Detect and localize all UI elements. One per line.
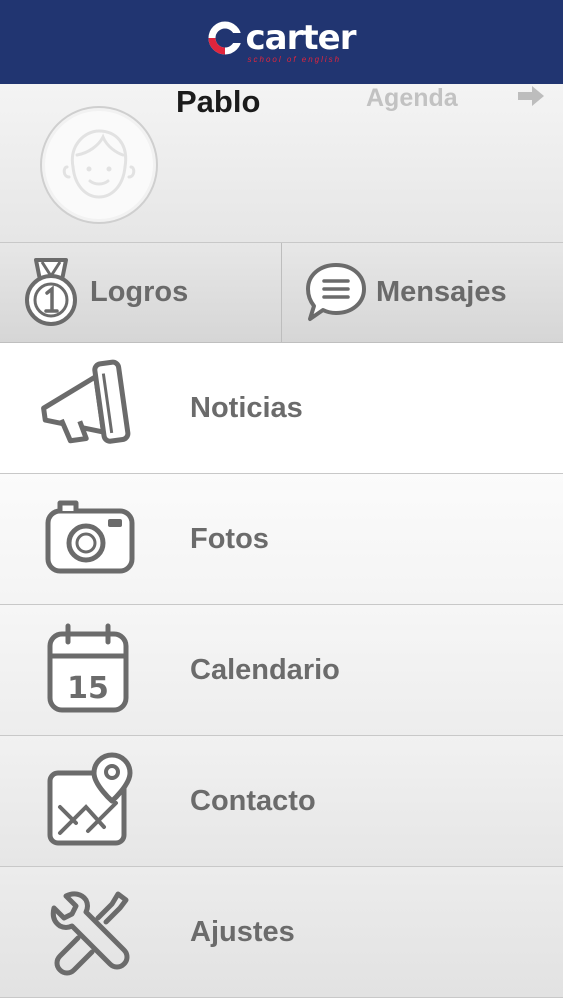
avatar[interactable] (40, 106, 158, 224)
tab-mensajes-label: Mensajes (376, 276, 507, 308)
calendar-icon: 15 (47, 623, 129, 713)
menu-item-noticias[interactable]: Noticias (0, 343, 563, 474)
carter-logo-mark-icon (208, 21, 242, 55)
menu-item-ajustes[interactable]: Ajustes (0, 867, 563, 998)
tab-logros-label: Logros (90, 276, 189, 308)
menu-label-noticias: Noticias (190, 391, 303, 424)
camera-icon (45, 500, 135, 574)
calendar-day: 15 (67, 671, 109, 706)
tools-icon (50, 891, 130, 976)
arrow-right-icon[interactable] (516, 84, 546, 108)
chat-bubble-icon (306, 262, 366, 321)
user-name: Pablo (176, 84, 261, 119)
child-face-icon (62, 129, 136, 199)
menu-item-contacto[interactable]: Contacto (0, 736, 563, 867)
menu-label-calendario: Calendario (190, 653, 340, 686)
agenda-link[interactable]: Agenda (366, 84, 458, 113)
menu-label-contacto: Contacto (190, 784, 316, 817)
tab-mensajes[interactable]: Mensajes (281, 243, 563, 342)
app-header: carter school of english (0, 0, 563, 84)
profile-section[interactable]: Pablo Agenda (0, 84, 563, 243)
menu-label-ajustes: Ajustes (190, 915, 295, 948)
medal-icon (25, 257, 77, 326)
main-menu: Noticias Fotos 15 Calendario Contacto Aj… (0, 343, 563, 998)
brand-tagline: school of english (247, 55, 342, 64)
tab-logros[interactable]: Logros (0, 243, 281, 342)
menu-item-fotos[interactable]: Fotos (0, 474, 563, 605)
megaphone-icon (41, 359, 131, 444)
tab-bar: Logros Mensajes (0, 243, 563, 343)
menu-item-calendario[interactable]: 15 Calendario (0, 605, 563, 736)
brand-name: carter (245, 18, 357, 58)
brand-logo: carter school of english (208, 18, 357, 64)
map-pin-icon (47, 752, 133, 846)
menu-label-fotos: Fotos (190, 522, 269, 555)
